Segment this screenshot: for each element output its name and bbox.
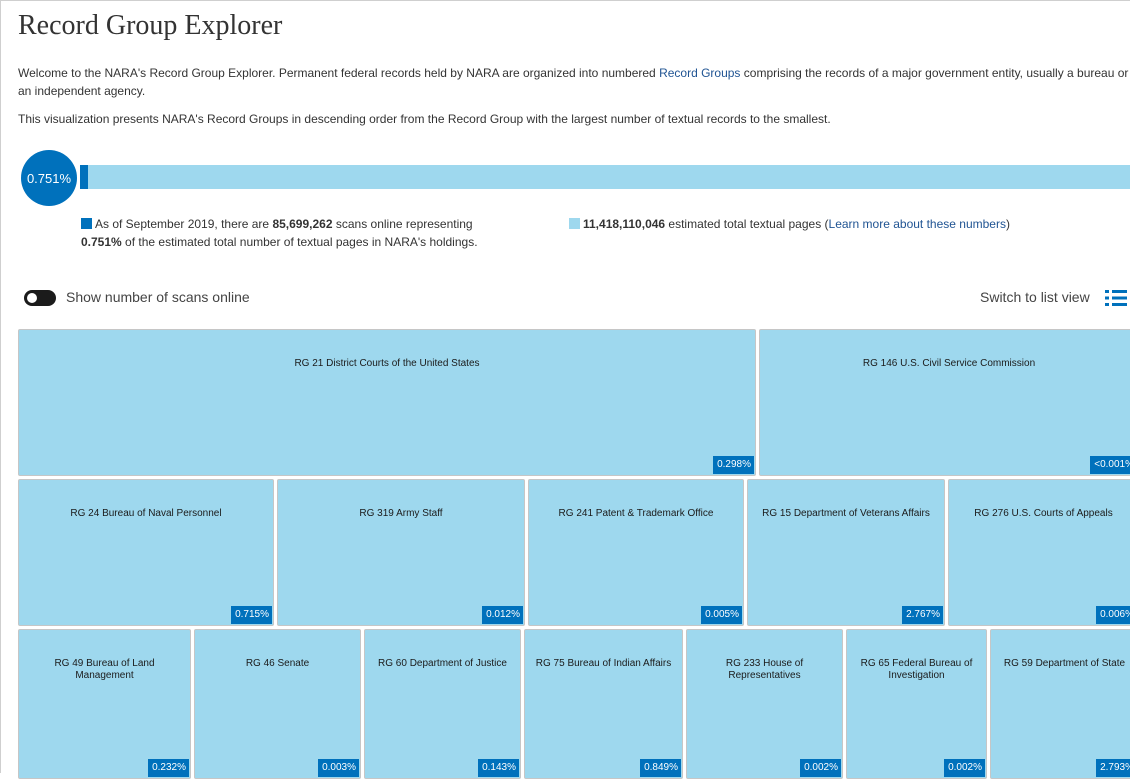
- scanned-percent-badge: 0.849%: [640, 759, 681, 777]
- record-group-label: RG 276 U.S. Courts of Appeals: [974, 508, 1113, 519]
- scanned-percent-badge: 0.003%: [318, 759, 359, 777]
- list-icon[interactable]: [1105, 289, 1127, 307]
- total-swatch: [569, 218, 580, 229]
- scans-swatch: [81, 218, 92, 229]
- record-group-tile[interactable]: RG 241 Patent & Trademark Office 0.005%: [528, 479, 744, 626]
- record-group-tile[interactable]: RG 146 U.S. Civil Service Commission <0.0…: [759, 329, 1130, 476]
- frame-border-top: [0, 0, 1130, 1]
- total-pages-count: 11,418,110,046: [583, 217, 666, 231]
- learn-more-link[interactable]: Learn more about these numbers: [829, 217, 1006, 231]
- visualization-description: This visualization presents NARA's Recor…: [18, 112, 831, 126]
- record-group-tile[interactable]: RG 15 Department of Veterans Affairs 2.76…: [747, 479, 945, 626]
- progress-fill: [80, 165, 88, 189]
- record-group-label: RG 146 U.S. Civil Service Commission: [862, 358, 1036, 369]
- record-group-tile[interactable]: RG 276 U.S. Courts of Appeals 0.006%: [948, 479, 1130, 626]
- record-group-tile[interactable]: RG 49 Bureau of Land Management 0.232%: [18, 629, 191, 779]
- scanned-percent-badge: 0.298%: [713, 456, 754, 474]
- record-group-tile[interactable]: RG 60 Department of Justice 0.143%: [364, 629, 521, 779]
- record-group-label: RG 46 Senate: [245, 658, 310, 669]
- scanned-percent-badge: 0.012%: [482, 606, 523, 624]
- total-pages-text: estimated total textual pages (: [665, 217, 829, 231]
- scanned-percent-badge: 0.715%: [231, 606, 272, 624]
- record-group-label: RG 59 Department of State: [1003, 658, 1126, 669]
- record-group-tile[interactable]: RG 46 Senate 0.003%: [194, 629, 361, 779]
- scanned-percent-badge: 2.767%: [902, 606, 943, 624]
- record-group-label: RG 21 District Courts of the United Stat…: [294, 358, 480, 369]
- record-group-tile[interactable]: RG 21 District Courts of the United Stat…: [18, 329, 756, 476]
- record-group-label: RG 75 Bureau of Indian Affairs: [535, 658, 672, 669]
- scans-count: 85,699,262: [272, 217, 333, 231]
- page-title: Record Group Explorer: [18, 10, 283, 41]
- scanned-percent-badge: 0.002%: [800, 759, 841, 777]
- scanned-percent-badge: 0.232%: [148, 759, 189, 777]
- scanned-percent-badge: <0.001%: [1090, 456, 1130, 474]
- record-group-label: RG 24 Bureau of Naval Personnel: [70, 508, 222, 519]
- toggle-knob: [27, 293, 37, 303]
- scanned-percent-badge: 0.006%: [1096, 606, 1130, 624]
- record-group-label: RG 319 Army Staff: [359, 508, 443, 519]
- record-group-label: RG 60 Department of Justice: [378, 658, 507, 669]
- record-group-label: RG 49 Bureau of Land Management: [54, 658, 155, 681]
- intro-paragraph: Welcome to the NARA's Record Group Explo…: [18, 64, 1130, 100]
- record-group-label: RG 233 House of Representatives: [725, 658, 804, 681]
- record-group-tile[interactable]: RG 75 Bureau of Indian Affairs 0.849%: [524, 629, 683, 779]
- record-group-label: RG 65 Federal Bureau of Investigation: [860, 658, 973, 681]
- scans-prefix: As of September 2019, there are: [95, 217, 273, 231]
- record-groups-link[interactable]: Record Groups: [659, 66, 740, 80]
- close-paren: ): [1005, 217, 1010, 231]
- progress-percent-badge: 0.751%: [21, 150, 77, 206]
- scans-tail: of the estimated total number of textual…: [121, 235, 478, 249]
- progress-track: [80, 165, 1130, 189]
- record-group-tile[interactable]: RG 59 Department of State 2.793%: [990, 629, 1130, 779]
- intro-text-before: Welcome to the NARA's Record Group Explo…: [18, 66, 660, 80]
- record-group-label: RG 241 Patent & Trademark Office: [558, 508, 714, 519]
- record-group-tile[interactable]: RG 65 Federal Bureau of Investigation 0.0…: [846, 629, 987, 779]
- scanned-percent-badge: 0.005%: [701, 606, 742, 624]
- record-group-tile[interactable]: RG 24 Bureau of Naval Personnel 0.715%: [18, 479, 274, 626]
- switch-to-list-view-link[interactable]: Switch to list view: [980, 289, 1090, 305]
- scanned-percent-badge: 0.002%: [944, 759, 985, 777]
- record-group-label: RG 15 Department of Veterans Affairs: [762, 508, 930, 519]
- scans-percent: 0.751%: [81, 235, 122, 249]
- scans-legend: As of September 2019, there are 85,699,2…: [81, 215, 501, 251]
- scans-suffix: scans online representing: [332, 217, 473, 231]
- show-scans-toggle[interactable]: [24, 290, 56, 306]
- frame-border-left: [0, 0, 1, 773]
- scanned-percent-badge: 0.143%: [478, 759, 519, 777]
- scanned-percent-badge: 2.793%: [1096, 759, 1130, 777]
- total-pages-legend: 11,418,110,046 estimated total textual p…: [569, 215, 1109, 233]
- show-scans-label[interactable]: Show number of scans online: [66, 289, 250, 305]
- record-group-tile[interactable]: RG 319 Army Staff 0.012%: [277, 479, 525, 626]
- record-group-tile[interactable]: RG 233 House of Representatives 0.002%: [686, 629, 843, 779]
